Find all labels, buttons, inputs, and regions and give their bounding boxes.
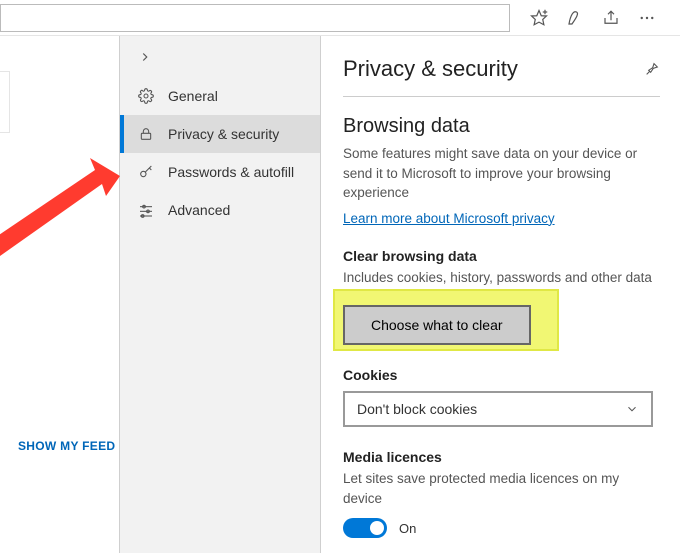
nav-label: Privacy & security — [168, 126, 279, 142]
chevron-down-icon — [625, 402, 639, 416]
sliders-icon — [138, 202, 154, 218]
settings-nav: General Privacy & security Passwords & a… — [119, 36, 321, 553]
top-toolbar — [0, 0, 680, 36]
back-button[interactable] — [120, 36, 320, 77]
nav-item-privacy[interactable]: Privacy & security — [120, 115, 320, 153]
nav-label: General — [168, 88, 218, 104]
notes-icon[interactable] — [566, 9, 584, 27]
browsing-data-desc: Some features might save data on your de… — [343, 144, 660, 203]
media-desc: Let sites save protected media licences … — [343, 469, 660, 508]
privacy-learn-more-link[interactable]: Learn more about Microsoft privacy — [343, 211, 555, 226]
favorites-icon[interactable] — [530, 9, 548, 27]
pin-icon[interactable] — [644, 61, 660, 77]
clear-data-heading: Clear browsing data — [343, 248, 660, 264]
choose-what-to-clear-button[interactable]: Choose what to clear — [343, 305, 531, 345]
toolbar-actions — [510, 9, 672, 27]
share-icon[interactable] — [602, 9, 620, 27]
lock-icon — [138, 126, 154, 142]
page-background: SHOW MY FEED — [0, 36, 119, 553]
content-card-edge — [0, 71, 10, 133]
nav-label: Advanced — [168, 202, 230, 218]
nav-label: Passwords & autofill — [168, 164, 294, 180]
media-toggle-label: On — [399, 521, 416, 536]
cookies-heading: Cookies — [343, 367, 660, 383]
browsing-data-heading: Browsing data — [343, 115, 660, 138]
page-title: Privacy & security — [343, 56, 518, 82]
key-icon — [138, 164, 154, 180]
clear-data-desc: Includes cookies, history, passwords and… — [343, 268, 660, 288]
nav-item-advanced[interactable]: Advanced — [120, 191, 320, 229]
media-toggle[interactable] — [343, 518, 387, 538]
show-my-feed-link[interactable]: SHOW MY FEED — [18, 439, 115, 453]
detail-pane: Privacy & security Browsing data Some fe… — [321, 36, 680, 553]
nav-item-general[interactable]: General — [120, 77, 320, 115]
cookies-value: Don't block cookies — [357, 401, 477, 417]
gear-icon — [138, 88, 154, 104]
more-icon[interactable] — [638, 9, 656, 27]
media-heading: Media licences — [343, 449, 660, 465]
cookies-dropdown[interactable]: Don't block cookies — [343, 391, 653, 427]
address-bar[interactable] — [0, 4, 510, 32]
nav-item-passwords[interactable]: Passwords & autofill — [120, 153, 320, 191]
